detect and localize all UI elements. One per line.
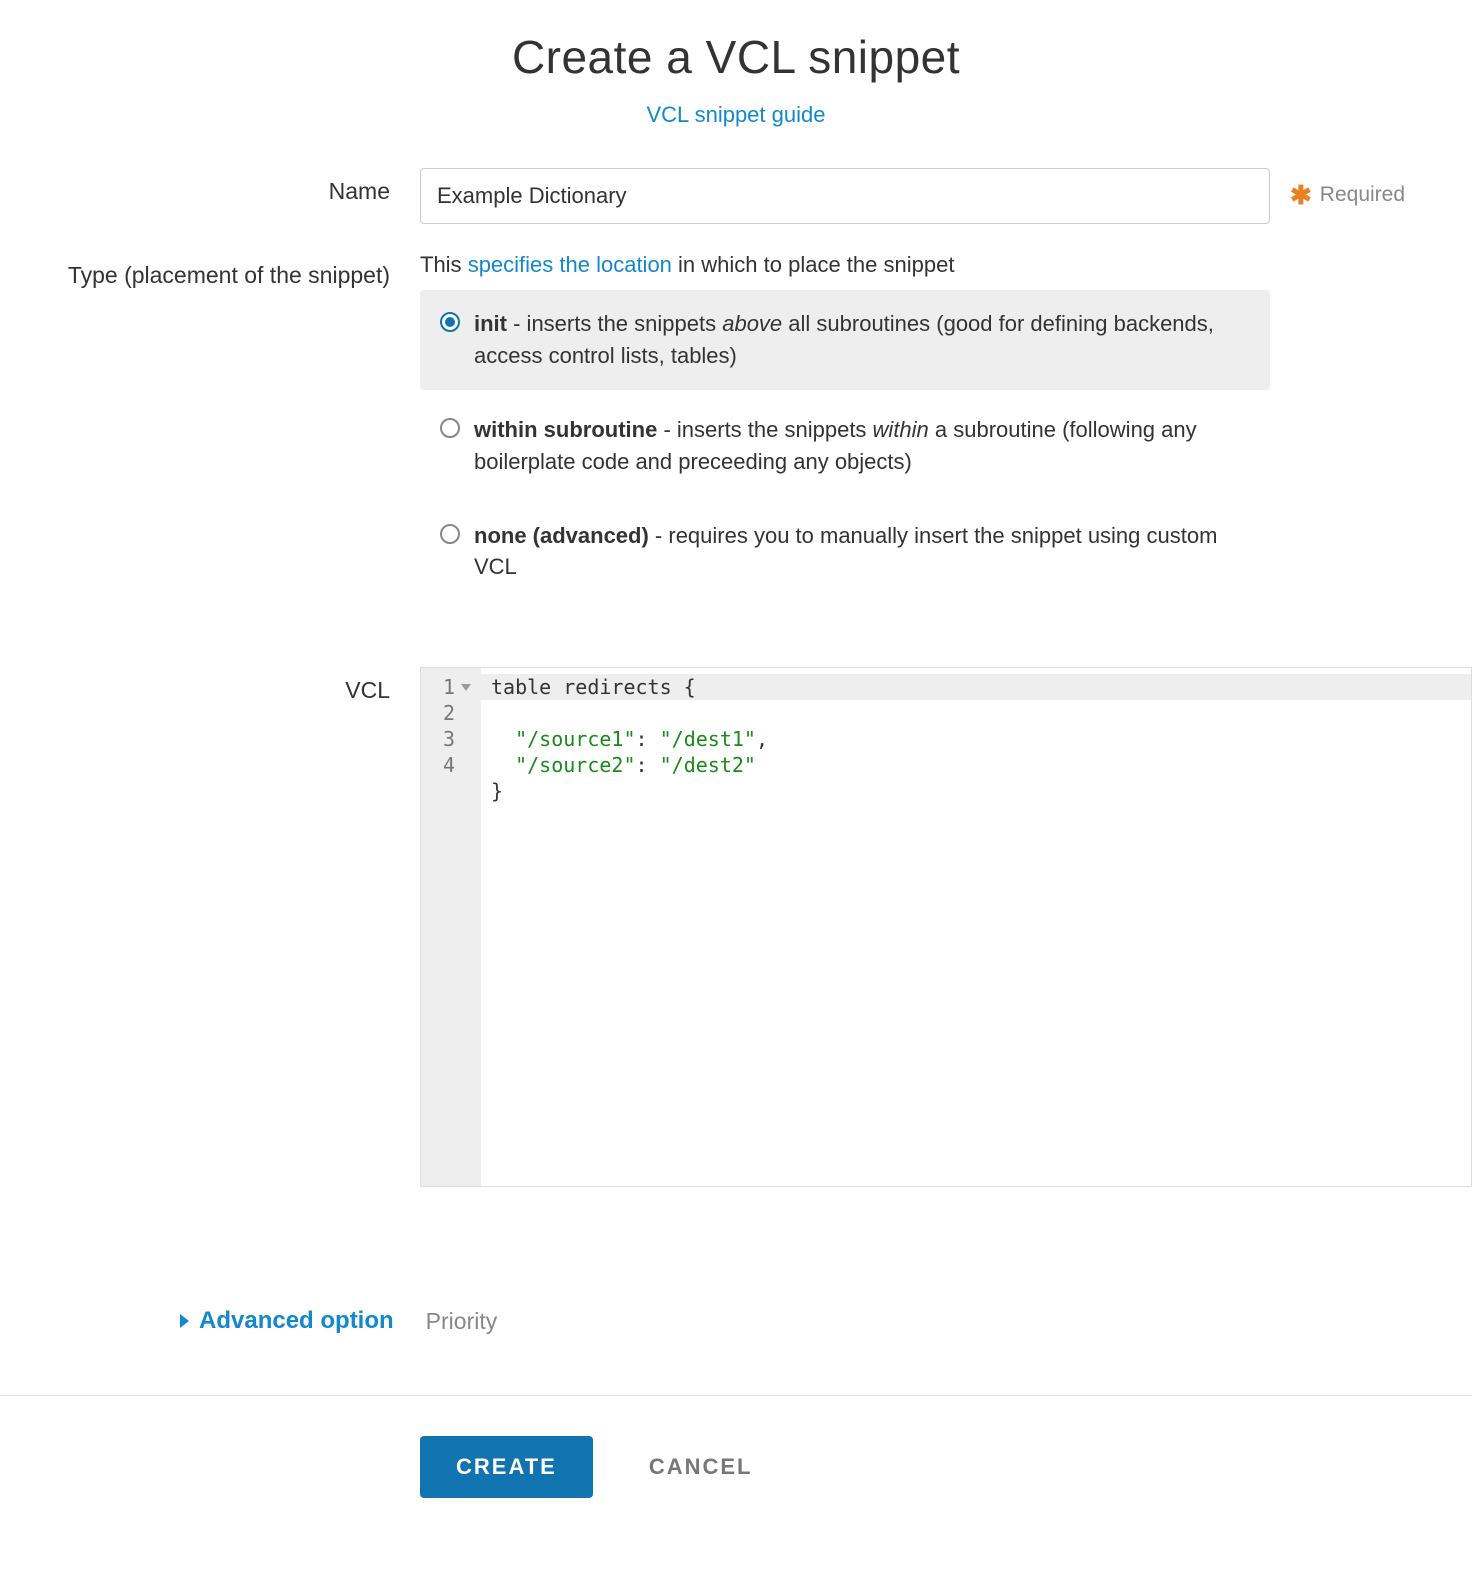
chevron-right-icon [180, 1314, 189, 1328]
vcl-code-editor[interactable]: 1234 table redirects { "/source1": "/des… [420, 667, 1472, 1187]
type-option-none[interactable]: none (advanced) - requires you to manual… [420, 502, 1270, 602]
code-line: table redirects { [481, 674, 1471, 700]
gutter-line: 2 [437, 700, 471, 726]
radio-icon [440, 312, 460, 332]
code-line: "/source1": "/dest1", [491, 727, 768, 751]
radio-icon [440, 524, 460, 544]
specifies-location-link[interactable]: specifies the location [468, 252, 672, 277]
type-description: This specifies the location in which to … [420, 252, 1270, 278]
type-option-init[interactable]: init - inserts the snippets above all su… [420, 290, 1270, 390]
name-input[interactable] [420, 168, 1270, 224]
gutter-line: 4 [437, 752, 471, 778]
type-option-label: within subroutine - inserts the snippets… [474, 414, 1250, 478]
advanced-option-toggle[interactable]: Advanced option [180, 1307, 394, 1335]
name-label: Name [0, 168, 420, 205]
advanced-option-sublabel: Priority [426, 1308, 498, 1335]
asterisk-icon: ✱ [1290, 182, 1312, 208]
vcl-label: VCL [0, 667, 420, 704]
code-line: "/source2": "/dest2" [491, 753, 756, 777]
required-indicator: ✱ Required [1290, 182, 1405, 208]
vcl-snippet-guide-link[interactable]: VCL snippet guide [647, 102, 826, 127]
radio-icon [440, 418, 460, 438]
gutter-line: 1 [437, 674, 471, 700]
create-button[interactable]: CREATE [420, 1436, 593, 1498]
type-label: Type (placement of the snippet) [0, 252, 420, 289]
type-option-label: none (advanced) - requires you to manual… [474, 520, 1250, 584]
cancel-button[interactable]: CANCEL [643, 1453, 759, 1481]
required-text: Required [1320, 183, 1405, 207]
page-title: Create a VCL snippet [0, 30, 1472, 84]
code-line: } [491, 779, 503, 803]
type-option-within[interactable]: within subroutine - inserts the snippets… [420, 396, 1270, 496]
type-option-label: init - inserts the snippets above all su… [474, 308, 1250, 372]
gutter-line: 3 [437, 726, 471, 752]
fold-marker-icon[interactable] [461, 684, 471, 691]
